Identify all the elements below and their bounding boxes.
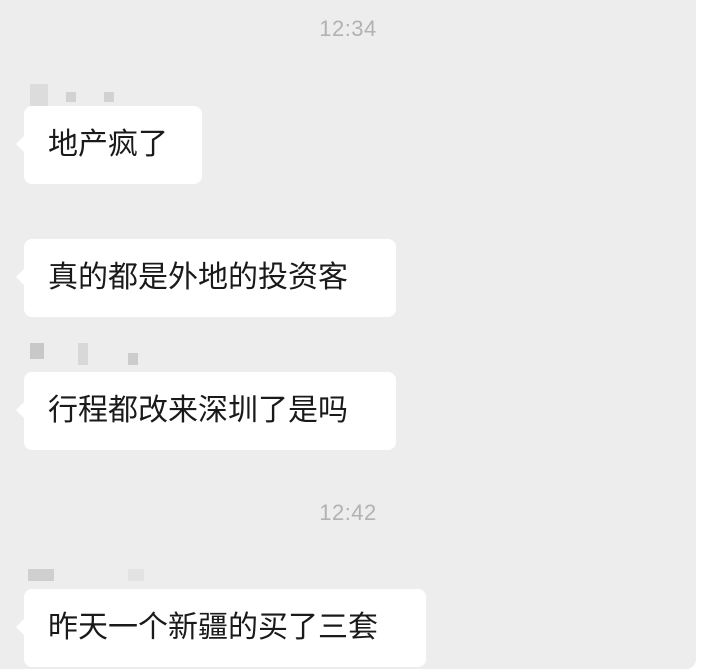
message-bubble[interactable]: 昨天一个新疆的买了三套 [16,589,426,667]
message-bubble[interactable]: 真的都是外地的投资客 [16,239,396,317]
timestamp: 12:42 [319,500,377,525]
sender-name-pixelated [22,565,162,587]
message-bubble[interactable]: 行程都改来深圳了是吗 [16,372,396,450]
message-bubble[interactable]: 地产疯了 [16,106,202,184]
chat-conversation: 12:34 地产疯了 真的都是外地的投资客 行程都改来深圳了是吗 12:42 昨… [0,0,696,669]
sender-name-pixelated [22,84,162,106]
timestamp: 12:34 [319,16,377,41]
sender-name-pixelated [22,343,162,365]
